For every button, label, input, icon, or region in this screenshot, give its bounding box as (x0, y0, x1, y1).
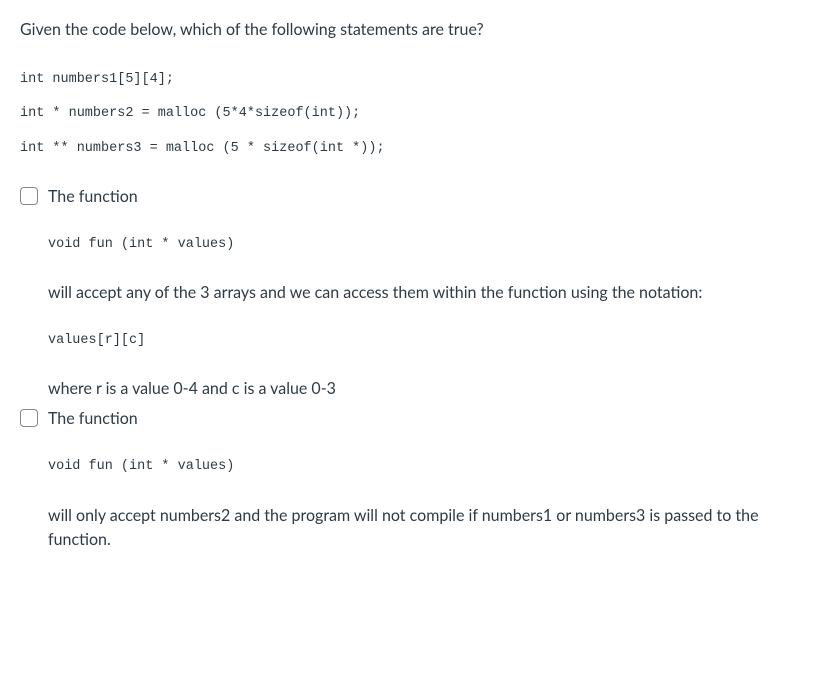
question-prompt: Given the code below, which of the follo… (20, 18, 808, 42)
option-2-checkbox[interactable] (20, 409, 38, 427)
option-2-body-1: will only accept numbers2 and the progra… (48, 504, 808, 552)
option-1-body-1: will accept any of the 3 arrays and we c… (48, 281, 808, 305)
option-1-content: The function void fun (int * values) wil… (48, 185, 808, 408)
option-1-code-2: values[r][c] (48, 331, 808, 351)
option-1-code-1: void fun (int * values) (48, 235, 808, 255)
option-1-checkbox[interactable] (20, 187, 38, 205)
option-2: The function void fun (int * values) wil… (20, 407, 808, 557)
option-2-content: The function void fun (int * values) wil… (48, 407, 808, 557)
code-line-2: int * numbers2 = malloc (5*4*sizeof(int)… (20, 104, 808, 124)
option-1-checkbox-wrap (20, 185, 38, 212)
option-1-body-2: where r is a value 0-4 and c is a value … (48, 377, 808, 401)
option-2-code-1: void fun (int * values) (48, 457, 808, 477)
option-1: The function void fun (int * values) wil… (20, 185, 808, 408)
option-1-intro: The function (48, 185, 808, 209)
code-line-3: int ** numbers3 = malloc (5 * sizeof(int… (20, 139, 808, 159)
code-line-1: int numbers1[5][4]; (20, 70, 808, 90)
options-list: The function void fun (int * values) wil… (20, 185, 808, 558)
option-2-checkbox-wrap (20, 407, 38, 434)
option-2-intro: The function (48, 407, 808, 431)
